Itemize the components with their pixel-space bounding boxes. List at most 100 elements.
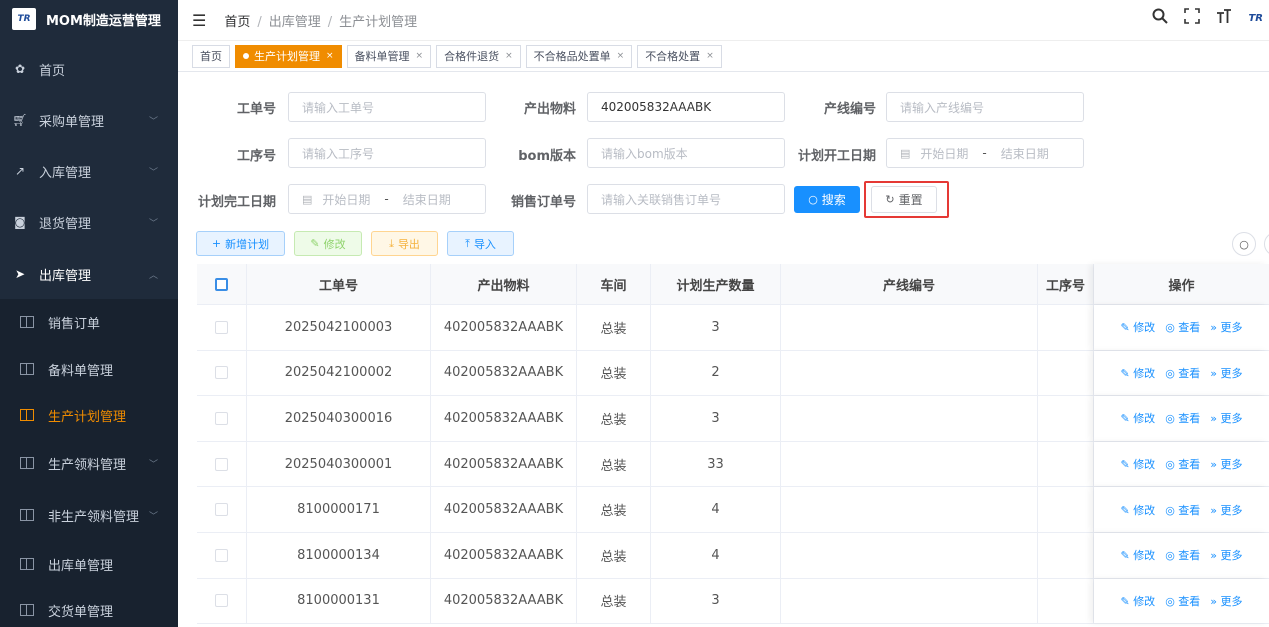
row-checkbox[interactable]	[197, 441, 247, 487]
plan-end-daterange[interactable]: ▤ 开始日期 - 结束日期	[288, 184, 486, 214]
row-edit-link[interactable]: ✎ 修改	[1120, 456, 1155, 472]
table-cell-process	[1038, 350, 1094, 396]
sidebar-item-production-plan[interactable]: 生产计划管理	[0, 392, 178, 438]
close-icon[interactable]: ×	[505, 51, 513, 61]
row-edit-link[interactable]: ✎ 修改	[1120, 410, 1155, 426]
menu-fold-icon[interactable]: ☰	[192, 11, 206, 30]
sidebar-item-production-picking[interactable]: 生产领料管理 ﹀	[0, 440, 178, 486]
search-icon[interactable]	[1152, 8, 1169, 28]
add-plan-button[interactable]: + 新增计划	[196, 231, 285, 256]
close-icon[interactable]: ×	[706, 51, 714, 61]
breadcrumb-item[interactable]: 首页	[224, 15, 250, 30]
row-view-link[interactable]: ◎ 查看	[1165, 319, 1200, 335]
sidebar-item-label: 首页	[39, 63, 66, 79]
select-all-checkbox[interactable]	[197, 264, 247, 304]
edit-icon: ✎	[1120, 321, 1134, 335]
row-view-link[interactable]: ◎ 查看	[1165, 410, 1200, 426]
fullscreen-icon[interactable]	[1184, 8, 1201, 28]
export-button[interactable]: ⤓ 导出	[371, 231, 438, 256]
toggle-search-button[interactable]: ○	[1232, 232, 1256, 256]
sidebar-item-inbound[interactable]: ↗ 入库管理 ﹀	[0, 146, 178, 196]
row-view-link[interactable]: ◎ 查看	[1165, 547, 1200, 563]
order-no-input[interactable]: 请输入工单号	[288, 92, 486, 122]
row-action-label: 更多	[1220, 549, 1243, 563]
table-row: 2025042100002 402005832AAABK 总装 2 ✎ 修改 ◎ 查看 » …	[197, 350, 1269, 397]
row-checkbox[interactable]	[197, 533, 247, 578]
chevron-double-right-icon: »	[1210, 549, 1221, 563]
tag-nonconforming-disposal-order[interactable]: 不合格品处置单 ×	[525, 44, 633, 68]
row-edit-link[interactable]: ✎ 修改	[1120, 365, 1155, 381]
row-checkbox[interactable]	[197, 396, 247, 441]
edit-button[interactable]: ✎ 修改	[294, 231, 362, 256]
table-cell-process	[1038, 487, 1094, 532]
send-icon: ➤	[14, 267, 26, 281]
sidebar-item-home[interactable]: ✿ 首页	[0, 44, 178, 94]
chevron-up-icon: ︿	[148, 270, 158, 281]
row-edit-link[interactable]: ✎ 修改	[1120, 319, 1155, 335]
close-icon[interactable]: ×	[416, 51, 424, 61]
close-icon[interactable]: ×	[326, 51, 334, 61]
row-checkbox[interactable]	[197, 578, 247, 624]
sidebar-item-outbound[interactable]: ➤ 出库管理 ︿	[0, 249, 178, 299]
tag-home[interactable]: 首页	[192, 44, 230, 68]
row-checkbox[interactable]	[197, 487, 247, 532]
row-edit-link[interactable]: ✎ 修改	[1120, 593, 1155, 609]
eye-icon: ◎	[1165, 321, 1179, 335]
tag-nonconforming-disposal[interactable]: 不合格处置 ×	[637, 44, 722, 68]
eye-icon: ◎	[1165, 458, 1179, 472]
font-size-icon[interactable]	[1216, 8, 1232, 28]
sidebar-item-return[interactable]: ◙ 退货管理 ﹀	[0, 197, 178, 247]
plan-start-daterange[interactable]: ▤ 开始日期 - 结束日期	[886, 138, 1084, 168]
close-icon[interactable]: ×	[617, 51, 625, 61]
sidebar-item-sales-order[interactable]: 销售订单	[0, 299, 178, 345]
plus-icon: +	[211, 237, 222, 250]
line-no-input[interactable]: 请输入产线编号	[886, 92, 1084, 122]
sidebar-item-label: 生产领料管理	[48, 457, 127, 473]
row-checkbox[interactable]	[197, 305, 247, 350]
sidebar-item-label: 入库管理	[39, 165, 92, 181]
sidebar-item-nonproduction-picking[interactable]: 非生产领料管理 ﹀	[0, 492, 178, 538]
sidebar-item-prep-order[interactable]: 备料单管理	[0, 346, 178, 392]
import-button[interactable]: ⤒ 导入	[447, 231, 514, 256]
top-header: ☰ 首页 / 出库管理 / 生产计划管理 TR	[178, 0, 1269, 40]
material-input[interactable]: 402005832AAABK	[587, 92, 785, 122]
bom-input[interactable]: 请输入bom版本	[587, 138, 785, 168]
row-view-link[interactable]: ◎ 查看	[1165, 502, 1200, 518]
row-more-link[interactable]: » 更多	[1210, 547, 1242, 563]
row-view-link[interactable]: ◎ 查看	[1165, 365, 1200, 381]
tag-qualified-return[interactable]: 合格件退货 ×	[436, 44, 521, 68]
table-cell-process	[1038, 578, 1094, 624]
search-button[interactable]: ○ 搜索	[794, 186, 860, 213]
tag-prep-order[interactable]: 备料单管理 ×	[346, 44, 432, 68]
sidebar-item-outbound-order[interactable]: 出库单管理	[0, 541, 178, 587]
menu-icon	[20, 604, 34, 616]
row-view-link[interactable]: ◎ 查看	[1165, 593, 1200, 609]
row-edit-link[interactable]: ✎ 修改	[1120, 547, 1155, 563]
row-view-link[interactable]: ◎ 查看	[1165, 456, 1200, 472]
sales-order-input[interactable]: 请输入关联销售订单号	[587, 184, 785, 214]
row-more-link[interactable]: » 更多	[1210, 319, 1242, 335]
sidebar-item-purchase[interactable]: 🛒︎ 采购单管理 ﹀	[0, 95, 178, 145]
table-cell-order-no: 2025042100003	[247, 305, 431, 350]
row-more-link[interactable]: » 更多	[1210, 502, 1242, 518]
eye-icon: ◎	[1165, 594, 1179, 608]
table-cell-line	[781, 350, 1038, 396]
row-action-label: 修改	[1133, 321, 1156, 335]
sidebar-item-delivery-order[interactable]: 交货单管理	[0, 587, 178, 627]
row-checkbox[interactable]	[197, 350, 247, 396]
row-more-link[interactable]: » 更多	[1210, 593, 1242, 609]
tag-production-plan[interactable]: 生产计划管理 ×	[235, 44, 342, 68]
row-action-label: 更多	[1220, 366, 1243, 380]
row-action-label: 查看	[1178, 549, 1201, 563]
row-action-label: 查看	[1178, 366, 1201, 380]
process-no-input[interactable]: 请输入工序号	[288, 138, 486, 168]
download-icon: ⤓	[389, 236, 394, 250]
row-edit-link[interactable]: ✎ 修改	[1120, 502, 1155, 518]
row-more-link[interactable]: » 更多	[1210, 456, 1242, 472]
table-cell-process	[1038, 441, 1094, 487]
row-more-link[interactable]: » 更多	[1210, 365, 1242, 381]
row-more-link[interactable]: » 更多	[1210, 410, 1242, 426]
refresh-button[interactable]	[1264, 232, 1269, 256]
table-cell-workshop: 总装	[577, 487, 651, 532]
row-actions: ✎ 修改 ◎ 查看 » 更多	[1094, 533, 1269, 578]
